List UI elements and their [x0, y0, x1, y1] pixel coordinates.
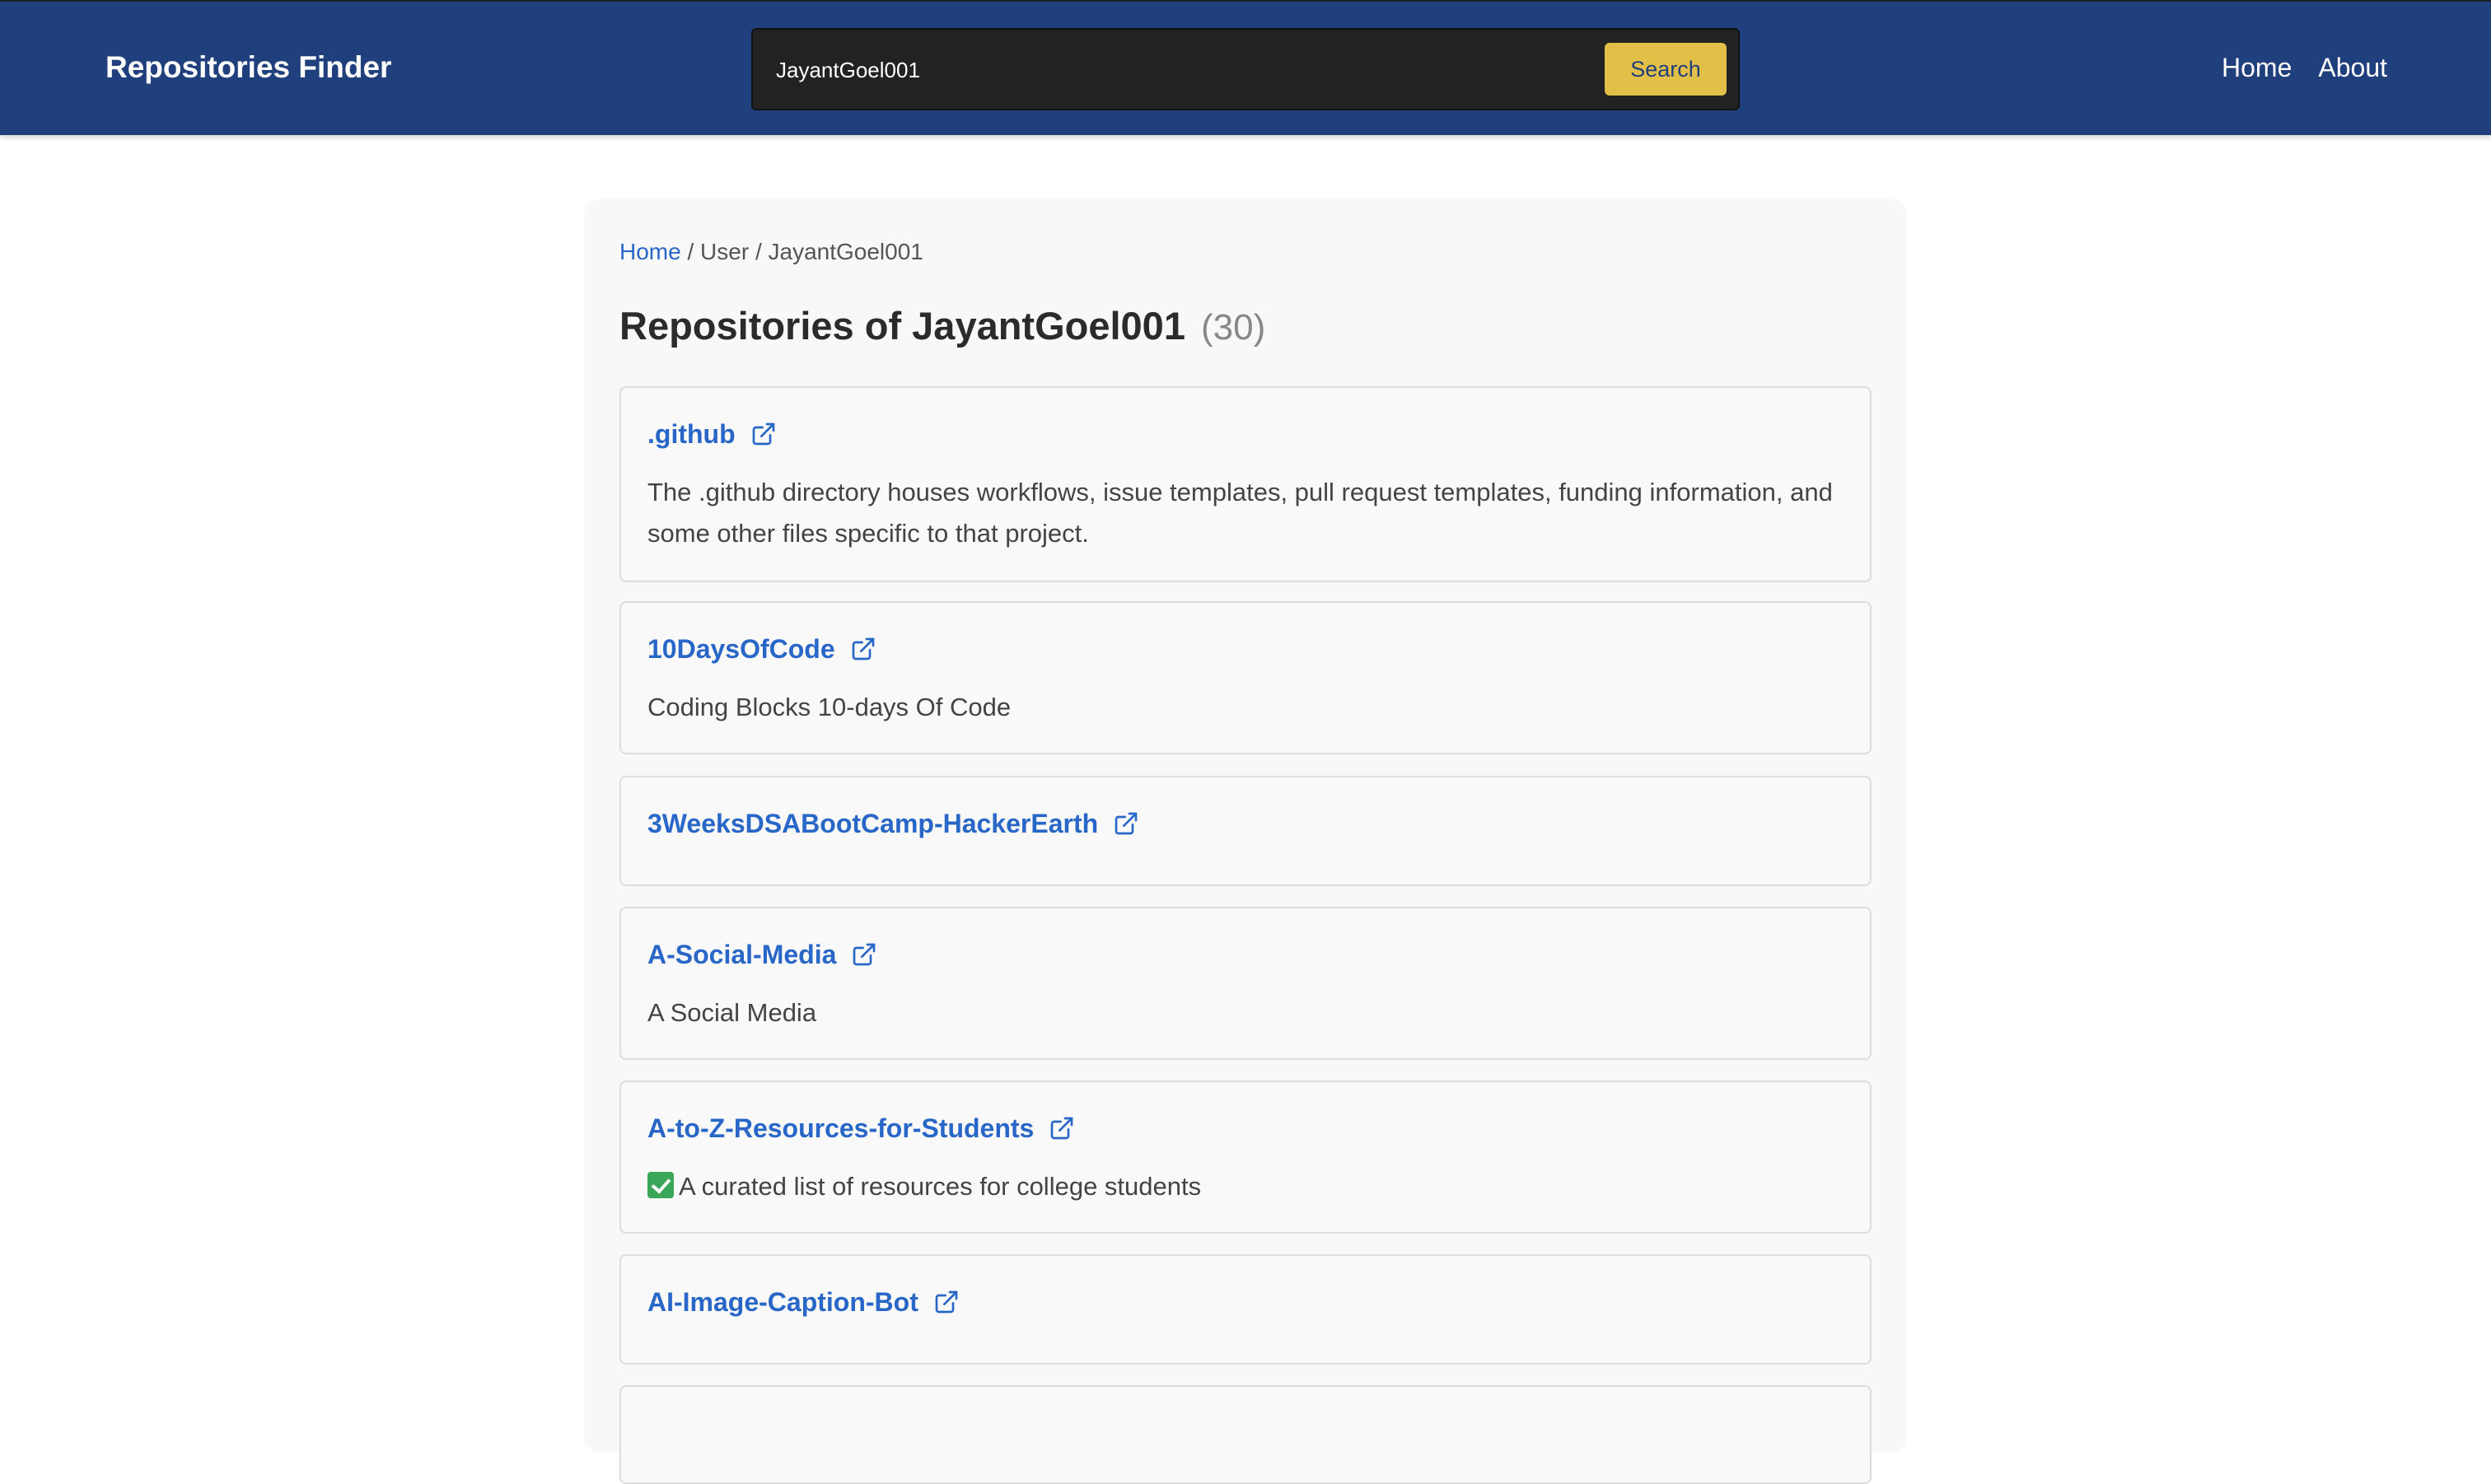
breadcrumb-separator: /: [749, 239, 769, 264]
breadcrumb: Home / User / JayantGoel001: [619, 237, 923, 267]
brand-title[interactable]: Repositories Finder: [105, 49, 391, 86]
repo-card: [619, 1385, 1872, 1484]
breadcrumb-separator: /: [680, 239, 701, 264]
navbar: Repositories Finder Search Home About: [0, 0, 2491, 135]
nav-links: Home About: [2222, 51, 2387, 84]
external-link-icon[interactable]: [851, 941, 877, 968]
nav-about-link[interactable]: About: [2318, 51, 2387, 84]
repo-card: A-to-Z-Resources-for-Students A curated …: [619, 1080, 1872, 1234]
page-title: Repositories of JayantGoel001 (30): [619, 303, 1265, 351]
repo-card: 10DaysOfCode Coding Blocks 10-days Of Co…: [619, 601, 1872, 754]
breadcrumb-home-link[interactable]: Home: [619, 239, 681, 264]
repo-name-link[interactable]: A-Social-Media: [647, 938, 836, 971]
repo-description: Coding Blocks 10-days Of Code: [647, 693, 1012, 721]
repo-name-link[interactable]: A-to-Z-Resources-for-Students: [647, 1112, 1034, 1145]
external-link-icon[interactable]: [750, 421, 777, 447]
page-title-text: Repositories of JayantGoel001: [619, 304, 1185, 348]
repo-description-text: A curated list of resources for college …: [679, 1172, 1202, 1201]
search-bar: Search: [751, 28, 1740, 110]
repo-name-row: 3WeeksDSABootCamp-HackerEarth: [647, 807, 1139, 840]
repo-card: AI-Image-Caption-Bot: [619, 1254, 1872, 1365]
breadcrumb-current: JayantGoel001: [768, 239, 923, 264]
repo-description: The .github directory houses workflows, …: [647, 478, 1833, 548]
repo-description: A Social Media: [647, 998, 817, 1027]
repo-card: A-Social-Media A Social Media: [619, 907, 1872, 1060]
check-mark-icon: [647, 1172, 674, 1198]
repositories-panel: Home / User / JayantGoel001 Repositories…: [585, 199, 1906, 1484]
nav-home-link[interactable]: Home: [2222, 51, 2292, 84]
repo-name-link[interactable]: 10DaysOfCode: [647, 632, 835, 665]
external-link-icon[interactable]: [1113, 810, 1139, 837]
repo-name-link[interactable]: .github: [647, 418, 736, 450]
repo-card: .github The .github directory houses wor…: [619, 386, 1872, 582]
repo-description: A curated list of resources for college …: [647, 1166, 1850, 1207]
repo-name-row: A-Social-Media: [647, 938, 877, 971]
repo-card: 3WeeksDSABootCamp-HackerEarth: [619, 776, 1872, 886]
search-input[interactable]: [768, 48, 1509, 92]
repo-name-row: 10DaysOfCode: [647, 632, 876, 665]
repo-name-row: AI-Image-Caption-Bot: [647, 1286, 960, 1318]
repo-name-link[interactable]: AI-Image-Caption-Bot: [647, 1286, 918, 1318]
repo-name-link[interactable]: 3WeeksDSABootCamp-HackerEarth: [647, 807, 1098, 840]
repo-name-row: .github: [647, 418, 777, 450]
search-button[interactable]: Search: [1605, 43, 1727, 96]
repo-name-row: A-to-Z-Resources-for-Students: [647, 1112, 1075, 1145]
external-link-icon[interactable]: [1049, 1115, 1075, 1141]
breadcrumb-user: User: [700, 239, 750, 264]
repo-count: (30): [1201, 307, 1266, 348]
external-link-icon[interactable]: [850, 636, 876, 662]
external-link-icon[interactable]: [933, 1289, 960, 1315]
